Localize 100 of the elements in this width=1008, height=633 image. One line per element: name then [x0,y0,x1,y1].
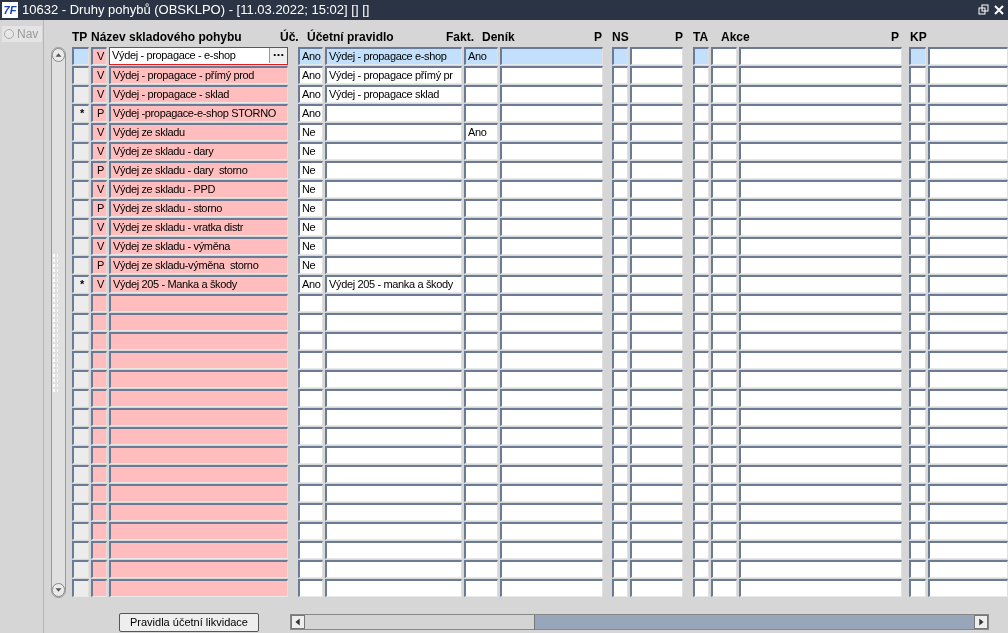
type-field[interactable] [91,579,107,597]
rule-field[interactable] [325,161,462,179]
text-field[interactable] [909,85,926,103]
text-field[interactable] [928,389,1008,407]
text-field[interactable] [612,294,628,312]
name-field[interactable] [109,370,288,388]
text-field[interactable] [711,408,737,426]
row-selector[interactable] [72,180,89,198]
text-field[interactable] [612,123,628,141]
text-field[interactable] [500,389,603,407]
text-field[interactable] [909,47,926,65]
accounting-field[interactable] [298,484,323,502]
text-field[interactable] [693,579,709,597]
text-field[interactable] [711,389,737,407]
text-field[interactable] [612,522,628,540]
text-field[interactable] [630,313,683,331]
text-field[interactable] [739,408,902,426]
row-selector[interactable] [72,465,89,483]
invoice-field[interactable] [464,560,498,578]
text-field[interactable] [928,446,1008,464]
text-field[interactable] [928,294,1008,312]
text-field[interactable] [612,218,628,236]
row-selector[interactable] [72,294,89,312]
name-field[interactable] [109,541,288,559]
invoice-field[interactable] [464,294,498,312]
type-field[interactable] [91,522,107,540]
rule-field[interactable] [325,199,462,217]
text-field[interactable] [500,427,603,445]
text-field[interactable] [909,313,926,331]
text-field[interactable] [612,389,628,407]
rule-field[interactable] [325,522,462,540]
invoice-field[interactable]: Ano [464,123,498,141]
text-field[interactable] [739,332,902,350]
row-selector[interactable] [72,199,89,217]
text-field[interactable] [909,123,926,141]
text-field[interactable] [711,351,737,369]
text-field[interactable] [500,522,603,540]
invoice-field[interactable] [464,446,498,464]
text-field[interactable] [630,180,683,198]
name-field[interactable] [109,427,288,445]
type-field[interactable] [91,370,107,388]
name-field[interactable]: Výdej ze skladu - vratka distr [109,218,288,236]
text-field[interactable] [630,370,683,388]
text-field[interactable] [693,294,709,312]
text-field[interactable] [739,560,902,578]
type-field[interactable]: V [91,142,107,160]
name-field[interactable] [109,503,288,521]
text-field[interactable] [630,427,683,445]
invoice-field[interactable] [464,142,498,160]
text-field[interactable] [693,237,709,255]
rule-field[interactable] [325,389,462,407]
text-field[interactable] [612,503,628,521]
accounting-field[interactable]: Ano [298,47,323,65]
text-field[interactable] [500,465,603,483]
name-field[interactable] [109,522,288,540]
text-field[interactable] [500,503,603,521]
text-field[interactable] [711,199,737,217]
text-field[interactable] [693,123,709,141]
accounting-field[interactable] [298,313,323,331]
text-field[interactable] [739,484,902,502]
invoice-field[interactable] [464,522,498,540]
text-field[interactable] [739,218,902,236]
text-field[interactable] [739,104,902,122]
text-field[interactable] [928,275,1008,293]
invoice-field[interactable] [464,180,498,198]
text-field[interactable] [500,313,603,331]
text-field[interactable] [630,104,683,122]
text-field[interactable] [711,142,737,160]
text-field[interactable] [612,180,628,198]
text-field[interactable] [909,142,926,160]
rule-field[interactable] [325,237,462,255]
text-field[interactable] [630,142,683,160]
row-selector[interactable] [72,522,89,540]
text-field[interactable] [711,427,737,445]
text-field[interactable] [928,66,1008,84]
rule-field[interactable]: Výdej - propagace sklad [325,85,462,103]
invoice-field[interactable] [464,218,498,236]
text-field[interactable] [909,294,926,312]
text-field[interactable] [928,465,1008,483]
name-field[interactable]: Výdej ze skladu-výměna storno [109,256,288,274]
text-field[interactable] [500,351,603,369]
text-field[interactable] [630,256,683,274]
name-field[interactable]: Výdej ze skladu - výměna [109,237,288,255]
row-selector[interactable]: * [72,275,89,293]
invoice-field[interactable] [464,351,498,369]
row-selector[interactable] [72,370,89,388]
text-field[interactable] [928,332,1008,350]
text-field[interactable] [693,427,709,445]
text-field[interactable] [909,370,926,388]
text-field[interactable] [909,541,926,559]
text-field[interactable] [739,66,902,84]
text-field[interactable] [711,446,737,464]
text-field[interactable] [693,522,709,540]
text-field[interactable] [630,85,683,103]
text-field[interactable] [500,180,603,198]
text-field[interactable] [612,484,628,502]
text-field[interactable] [928,313,1008,331]
rule-field[interactable] [325,370,462,388]
text-field[interactable] [630,446,683,464]
restore-icon[interactable] [978,4,990,16]
